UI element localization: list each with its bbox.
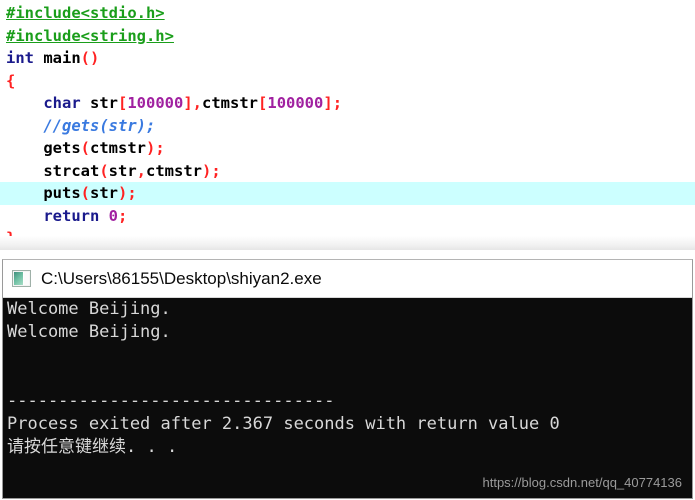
code-lines-container[interactable]: #include<stdio.h> #include<string.h> int m… — [0, 2, 695, 250]
code-token-num: 100000 — [127, 94, 184, 112]
code-token-punct: [ — [117, 94, 128, 112]
console-output-line: -------------------------------- — [7, 391, 335, 411]
code-token-punct: ] — [323, 94, 333, 112]
console-output-line: Welcome Beijing. — [7, 299, 171, 319]
editor-bottom-shadow — [0, 236, 695, 250]
console-output-area[interactable]: Welcome Beijing. Welcome Beijing. -------… — [3, 298, 692, 498]
code-token-id: main — [43, 49, 81, 67]
code-line[interactable]: { — [0, 70, 695, 93]
code-token-comment: //gets(str); — [43, 116, 156, 135]
watermark-text: https://blog.csdn.net/qq_40774136 — [482, 475, 683, 490]
code-line[interactable]: gets(ctmstr); — [0, 137, 695, 160]
code-token-pre: #include<stdio.h> — [6, 4, 165, 22]
console-output-line: Welcome Beijing. — [7, 322, 171, 342]
code-token-punct: ) — [118, 184, 128, 202]
code-token-id: str — [80, 94, 118, 112]
code-token-punct: ; — [211, 161, 221, 180]
code-token-punct: ; — [118, 206, 128, 225]
code-line[interactable]: strcat(str,ctmstr); — [0, 160, 695, 183]
code-line[interactable]: #include<string.h> — [0, 25, 695, 48]
code-line[interactable]: #include<stdio.h> — [0, 2, 695, 25]
code-line[interactable]: char str[100000],ctmstr[100000]; — [0, 92, 695, 115]
console-output-lines: Welcome Beijing. Welcome Beijing. -------… — [3, 298, 692, 459]
code-token-punct: , — [136, 161, 147, 180]
code-line[interactable]: //gets(str); — [0, 115, 695, 138]
code-token-punct: ( — [99, 161, 109, 180]
code-token-id: str — [90, 184, 118, 202]
code-line[interactable]: int main() — [0, 47, 695, 70]
code-token-punct: ] — [183, 94, 193, 112]
code-editor-pane[interactable]: #include<stdio.h> #include<string.h> int m… — [0, 0, 695, 250]
code-token-id: ctmstr — [90, 139, 146, 157]
console-icon-left-panel — [14, 272, 23, 285]
code-token-punct: () — [80, 49, 100, 67]
code-token-id: gets — [43, 139, 81, 157]
code-token-id: puts — [43, 184, 81, 202]
code-token-id — [99, 207, 108, 225]
code-token-punct: ( — [80, 139, 90, 157]
console-title-bar[interactable]: C:\Users\86155\Desktop\shiyan2.exe — [3, 260, 692, 298]
code-token-kw: char — [43, 94, 81, 112]
console-icon-right-panel — [23, 272, 29, 285]
code-token-punct: ; — [127, 184, 137, 202]
code-line[interactable]: puts(str); — [0, 182, 695, 205]
console-output-line: Process exited after 2.367 seconds with … — [7, 414, 560, 434]
code-token-punct: ( — [80, 184, 90, 202]
code-token-id: strcat — [43, 161, 100, 180]
console-title-text: C:\Users\86155\Desktop\shiyan2.exe — [41, 268, 322, 288]
console-output-line: 请按任意键继续. . . — [7, 437, 178, 457]
code-token-kw: return — [43, 206, 100, 225]
code-token-punct: ; — [332, 94, 343, 112]
code-token-id — [34, 49, 43, 67]
code-token-id: ctmstr — [202, 94, 259, 112]
code-token-id: ctmstr — [146, 161, 203, 180]
code-token-punct: [ — [258, 94, 268, 112]
console-window-icon — [12, 270, 31, 287]
code-token-punct: , — [192, 94, 203, 112]
code-token-id: str — [108, 161, 137, 180]
code-token-kw: int — [6, 49, 34, 67]
code-token-pre: #include<string.h> — [6, 26, 174, 45]
code-token-punct: ) — [202, 161, 212, 180]
code-token-num: 0 — [108, 206, 119, 225]
code-token-punct: { — [6, 71, 16, 90]
code-line[interactable]: return 0; — [0, 205, 695, 228]
code-token-punct: ) — [146, 139, 156, 157]
console-window[interactable]: C:\Users\86155\Desktop\shiyan2.exe Welco… — [2, 259, 693, 499]
code-token-punct: ; — [155, 139, 165, 157]
code-token-num: 100000 — [267, 94, 324, 112]
